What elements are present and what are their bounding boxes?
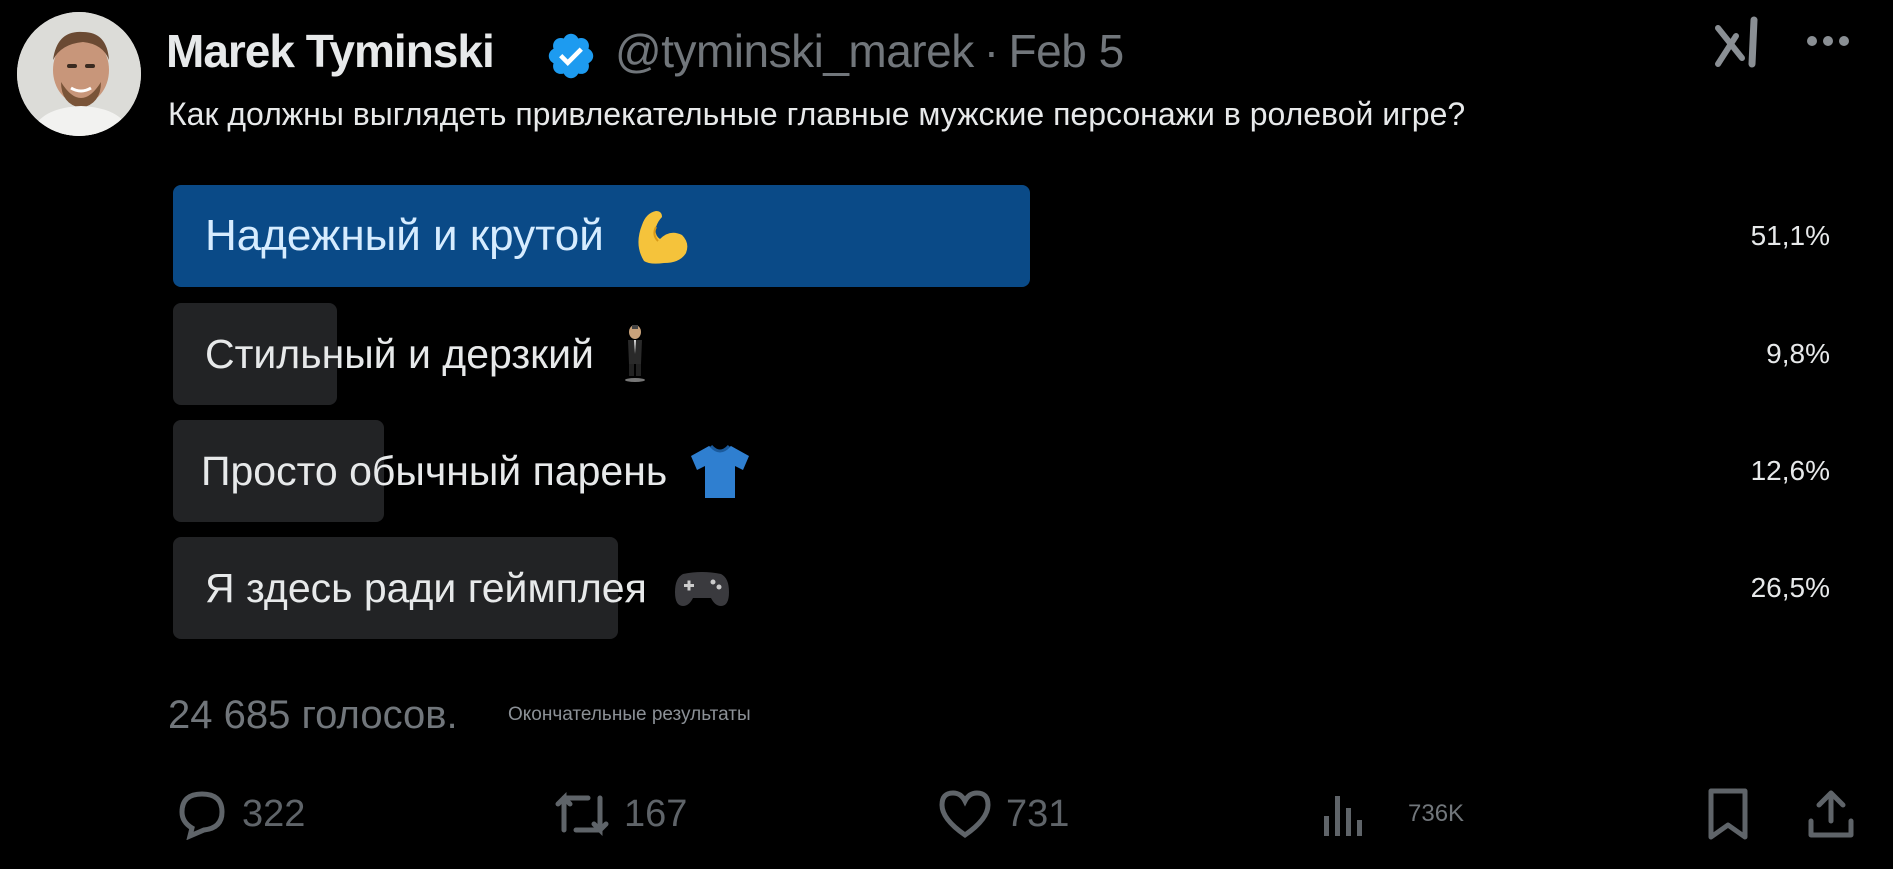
- like-button[interactable]: 731: [938, 786, 1069, 842]
- reply-count: 322: [242, 792, 306, 835]
- reply-icon: [179, 791, 225, 840]
- poll-option-percent: 12,6%: [1750, 455, 1830, 486]
- author-handle[interactable]: @tyminski_marek: [615, 25, 974, 77]
- author-name[interactable]: Marek Tyminski: [166, 24, 495, 78]
- share-button[interactable]: [1805, 786, 1871, 842]
- poll-option-percent: 51,1%: [1750, 220, 1830, 251]
- poll-option-label: Просто обычный парень: [201, 447, 668, 494]
- poll-option-label: Надежный и крутой: [205, 211, 604, 260]
- grok-icon[interactable]: [1712, 14, 1768, 70]
- poll-option-percent: 9,8%: [1766, 338, 1830, 369]
- poll-option-label-wrap: Я здесь ради геймплея: [205, 537, 731, 639]
- poll-option-3: Просто обычный парень 12,6%: [173, 420, 1866, 522]
- reply-button[interactable]: 322: [176, 786, 305, 842]
- avatar-image: [17, 12, 141, 136]
- video-game-icon: [673, 566, 731, 610]
- poll-option-4: Я здесь ради геймплея 26,5%: [173, 537, 1866, 639]
- poll-option-label: Стильный и дерзкий: [205, 330, 594, 377]
- bookmark-button[interactable]: [1706, 786, 1764, 842]
- t-shirt-icon: [689, 442, 751, 500]
- poll-option-label-wrap: Надежный и крутой: [205, 185, 692, 287]
- analytics-icon: [1324, 796, 1362, 836]
- repost-icon: [555, 791, 609, 837]
- poll-option-2: Стильный и дерзкий 9,8%: [173, 303, 1866, 405]
- separator: ·: [983, 25, 999, 77]
- poll-option-label-wrap: Стильный и дерзкий: [205, 303, 650, 405]
- avatar[interactable]: [17, 12, 141, 136]
- poll-status: Окончательные результаты: [508, 704, 751, 725]
- views-button[interactable]: 736K: [1322, 786, 1464, 842]
- flexed-biceps-icon: [630, 205, 692, 267]
- repost-button[interactable]: 167: [554, 786, 687, 842]
- heart-icon: [939, 790, 991, 839]
- man-in-suit-levitating-icon: [620, 324, 650, 384]
- verified-badge-icon[interactable]: [545, 30, 597, 82]
- share-icon: [1808, 790, 1854, 838]
- repost-count: 167: [624, 792, 688, 835]
- poll-option-1: Надежный и крутой 51,1%: [173, 185, 1866, 287]
- poll-option-percent: 26,5%: [1750, 572, 1830, 603]
- like-count: 731: [1006, 792, 1070, 835]
- poll-option-label: Я здесь ради геймплея: [205, 564, 647, 611]
- more-options-icon[interactable]: [1805, 34, 1851, 48]
- tweet-date[interactable]: Feb 5: [1009, 25, 1125, 77]
- handle-and-date: @tyminski_marek · Feb 5: [615, 24, 1124, 78]
- vote-count: 24 685 голосов.: [168, 693, 458, 737]
- views-count: 736K: [1408, 800, 1465, 827]
- poll-option-label-wrap: Просто обычный парень: [201, 420, 751, 522]
- bookmark-icon: [1708, 788, 1748, 840]
- tweet-text: Как должны выглядеть привлекательные гла…: [168, 96, 1466, 132]
